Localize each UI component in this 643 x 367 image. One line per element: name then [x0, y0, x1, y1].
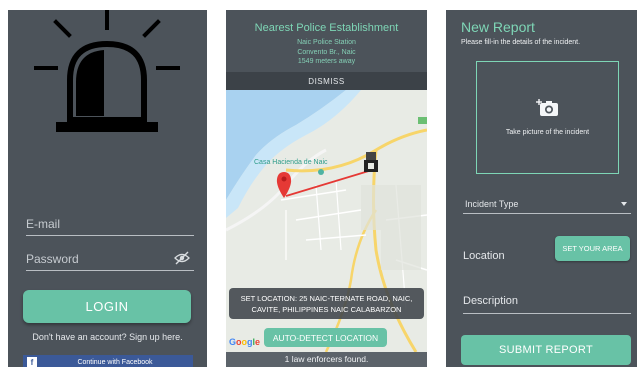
password-field[interactable] [26, 248, 194, 271]
login-button[interactable]: LOGIN [23, 290, 191, 323]
alarm-siren-icon [34, 10, 180, 132]
incident-type-select[interactable]: Incident Type [463, 195, 631, 214]
camera-add-icon [536, 99, 558, 116]
email-input[interactable] [26, 214, 166, 234]
take-picture-label: Take picture of the incident [505, 129, 590, 136]
submit-report-button[interactable]: SUBMIT REPORT [461, 335, 631, 365]
set-location-banner: SET LOCATION: 25 NAIC-TERNATE ROAD, NAIC… [229, 288, 424, 319]
enforcers-found-text: 1 law enforcers found. [226, 352, 427, 367]
facebook-label: Continue with Facebook [77, 358, 153, 366]
facebook-login-button[interactable]: f Continue with Facebook [23, 355, 193, 367]
password-input[interactable] [26, 249, 166, 269]
google-logo: Google [229, 337, 261, 347]
dropdown-caret-icon [621, 202, 627, 206]
new-report-screen: New Report Please fill-in the details of… [446, 10, 637, 367]
facebook-icon: f [27, 357, 37, 367]
station-distance: 1549 meters away [297, 58, 356, 65]
eye-off-icon[interactable] [174, 251, 190, 265]
take-picture-area[interactable]: Take picture of the incident [476, 61, 619, 174]
police-marker-icon[interactable] [364, 152, 378, 172]
auto-detect-location-button[interactable]: AUTO-DETECT LOCATION [264, 328, 387, 347]
login-screen: LOGIN Don't have an account? Sign up her… [8, 10, 207, 367]
signup-link[interactable]: Don't have an account? Sign up here. [8, 332, 207, 342]
set-your-area-button[interactable]: SET YOUR AREA [555, 236, 630, 261]
police-map-screen: Nearest Police Establishment Naic Police… [226, 10, 427, 367]
location-field[interactable]: Location [463, 250, 505, 262]
incident-type-label: Incident Type [465, 199, 519, 209]
page-title: New Report [461, 19, 535, 35]
station-name: Naic Police Station [297, 39, 356, 46]
place-label: Casa Hacienda de Naic [254, 159, 328, 166]
email-field[interactable] [26, 213, 194, 236]
police-establishment-title: Nearest Police Establishment [254, 22, 399, 34]
dismiss-button[interactable]: DISMISS [226, 72, 427, 90]
page-subtitle: Please fill-in the details of the incide… [461, 39, 581, 46]
station-address: Convento Br., Naic [297, 49, 356, 56]
description-field[interactable]: Description [463, 295, 631, 314]
